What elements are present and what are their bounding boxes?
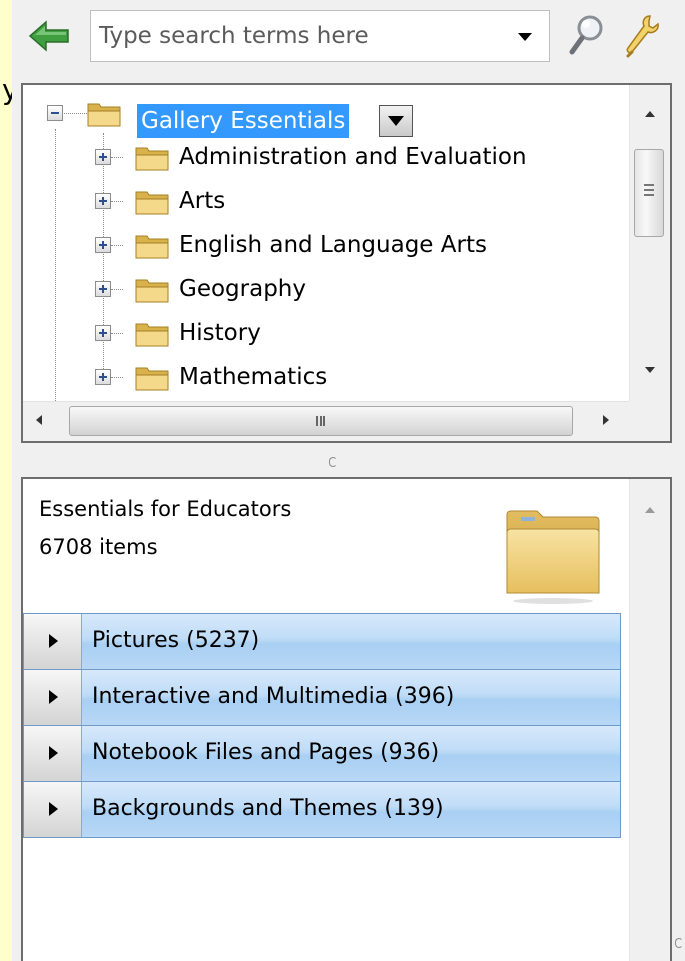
tree-root-row[interactable]: Gallery Essentials bbox=[23, 93, 629, 138]
category-label: Backgrounds and Themes (139) bbox=[92, 796, 444, 821]
tree-item-arts[interactable]: Arts bbox=[23, 181, 629, 221]
category-label: Notebook Files and Pages (936) bbox=[92, 740, 440, 765]
tree-item-english[interactable]: English and Language Arts bbox=[23, 225, 629, 265]
category-tree-panel: Gallery Essentials Administration and Ev… bbox=[21, 83, 672, 443]
scroll-down-arrow-icon[interactable] bbox=[645, 367, 655, 373]
tree-item-label: Geography bbox=[179, 276, 306, 302]
expand-toggle-icon[interactable] bbox=[95, 193, 111, 209]
category-notebook-files[interactable]: Notebook Files and Pages (936) bbox=[23, 725, 621, 781]
tree-item-label: English and Language Arts bbox=[179, 232, 487, 258]
scroll-up-arrow-icon[interactable] bbox=[645, 507, 655, 513]
folder-icon bbox=[135, 147, 169, 171]
root-options-dropdown[interactable] bbox=[379, 105, 413, 137]
scroll-up-arrow-icon[interactable] bbox=[645, 111, 655, 117]
scroll-right-arrow-icon[interactable] bbox=[603, 415, 609, 425]
category-label: Pictures (5237) bbox=[92, 628, 260, 653]
folder-icon bbox=[135, 323, 169, 347]
tree-guide-line bbox=[111, 245, 123, 246]
panel-splitter[interactable] bbox=[21, 443, 672, 477]
tree-guide-line bbox=[111, 201, 123, 202]
category-backgrounds-themes[interactable]: Backgrounds and Themes (139) bbox=[23, 781, 621, 838]
expand-toggle-icon[interactable] bbox=[95, 281, 111, 297]
expand-toggle-icon[interactable] bbox=[95, 369, 111, 385]
expand-arrow-icon[interactable] bbox=[24, 614, 82, 669]
expand-arrow-icon[interactable] bbox=[24, 782, 82, 837]
folder-icon bbox=[135, 367, 169, 391]
tree-item-history[interactable]: History bbox=[23, 313, 629, 353]
collection-item-count: 6708 items bbox=[39, 535, 158, 559]
collection-name: Essentials for Educators bbox=[39, 497, 292, 521]
tree-item-label: History bbox=[179, 320, 261, 346]
category-interactive-multimedia[interactable]: Interactive and Multimedia (396) bbox=[23, 669, 621, 725]
back-button[interactable] bbox=[28, 18, 70, 54]
expand-toggle-icon[interactable] bbox=[95, 149, 111, 165]
tree-root-label[interactable]: Gallery Essentials bbox=[137, 104, 350, 138]
folder-open-icon bbox=[87, 103, 121, 127]
collapse-toggle-icon[interactable] bbox=[47, 105, 63, 121]
category-tree: Gallery Essentials Administration and Ev… bbox=[23, 85, 629, 401]
folder-icon bbox=[135, 191, 169, 215]
tree-vertical-scrollbar[interactable] bbox=[629, 85, 670, 401]
resize-grip-icon[interactable] bbox=[675, 938, 683, 948]
splitter-grip-icon bbox=[329, 457, 337, 467]
wrench-icon bbox=[626, 15, 659, 58]
search-input[interactable] bbox=[99, 17, 499, 55]
search-box bbox=[90, 10, 550, 62]
collection-folder-icon bbox=[506, 510, 600, 604]
expand-toggle-icon[interactable] bbox=[95, 237, 111, 253]
tree-item-mathematics[interactable]: Mathematics bbox=[23, 357, 629, 397]
scrollbar-thumb[interactable] bbox=[634, 149, 664, 237]
expand-toggle-icon[interactable] bbox=[95, 325, 111, 341]
expand-arrow-icon[interactable] bbox=[24, 670, 82, 725]
category-pictures[interactable]: Pictures (5237) bbox=[23, 613, 621, 669]
tree-item-administration[interactable]: Administration and Evaluation bbox=[23, 137, 629, 177]
back-arrow-icon bbox=[28, 20, 69, 52]
folder-icon bbox=[135, 279, 169, 303]
scrollbar-corner bbox=[629, 401, 670, 441]
tree-guide-line bbox=[111, 157, 123, 158]
tree-guide-line bbox=[111, 377, 123, 378]
folder-icon bbox=[135, 235, 169, 259]
tools-button[interactable] bbox=[620, 12, 664, 60]
collection-content-panel: Essentials for Educators 6708 items Pict… bbox=[21, 477, 672, 961]
magnifier-icon bbox=[569, 15, 603, 55]
tree-horizontal-scrollbar[interactable] bbox=[23, 401, 629, 441]
toolbar bbox=[12, 0, 685, 72]
scroll-left-arrow-icon[interactable] bbox=[36, 415, 42, 425]
scrollbar-thumb[interactable] bbox=[69, 406, 573, 436]
tree-guide-line bbox=[111, 289, 123, 290]
chevron-down-icon bbox=[518, 33, 532, 41]
search-history-dropdown[interactable] bbox=[511, 23, 539, 49]
category-label: Interactive and Multimedia (396) bbox=[92, 684, 455, 709]
tree-item-label: Mathematics bbox=[179, 364, 328, 390]
expand-arrow-icon[interactable] bbox=[24, 726, 82, 781]
search-button[interactable] bbox=[564, 12, 608, 60]
tree-item-label: Arts bbox=[179, 188, 226, 214]
category-list: Pictures (5237) Interactive and Multimed… bbox=[23, 613, 621, 838]
gallery-panel: Gallery Essentials Administration and Ev… bbox=[12, 0, 685, 961]
tree-item-label: Administration and Evaluation bbox=[179, 144, 527, 170]
tree-item-geography[interactable]: Geography bbox=[23, 269, 629, 309]
content-vertical-scrollbar[interactable] bbox=[629, 479, 670, 961]
tree-guide-line bbox=[111, 333, 123, 334]
